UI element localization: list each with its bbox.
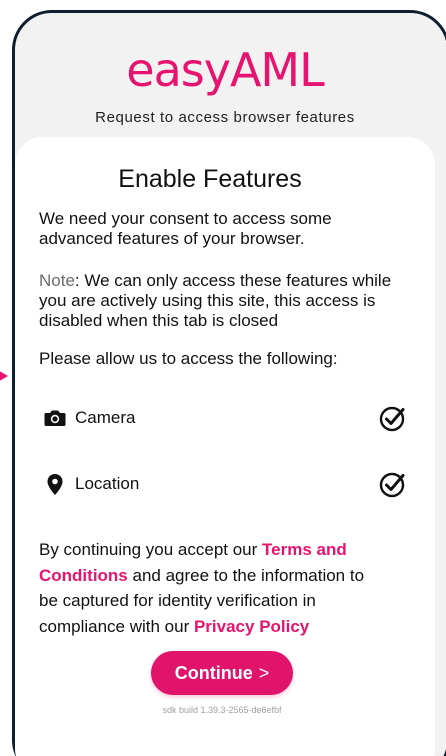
continue-label: Continue (174, 662, 253, 683)
feature-label-location: Location (75, 474, 140, 493)
feature-row-camera: Camera (43, 403, 405, 433)
header-subtitle: Request to access browser features (95, 109, 355, 126)
feature-label-camera: Camera (75, 408, 136, 427)
check-circle-icon (379, 472, 405, 498)
allow-prompt: Please allow us to access the following: (39, 349, 338, 368)
check-circle-icon (379, 406, 405, 432)
camera-icon (44, 410, 66, 426)
location-pin-icon (47, 474, 63, 495)
brand-logo: easyAML (126, 43, 324, 97)
consent-card: Enable Features We need your consent to … (15, 137, 435, 756)
pointer-arrow-icon (0, 369, 8, 383)
note-label: Note (39, 271, 75, 290)
continue-button[interactable]: Continue > (151, 651, 293, 695)
note-text: : We can only access these features whil… (39, 271, 392, 330)
feature-row-location: Location (43, 469, 405, 499)
note-paragraph: Note: We can only access these features … (39, 271, 399, 331)
intro-text: We need your consent to access some adva… (39, 209, 332, 248)
chevron-right-icon: > (258, 662, 270, 683)
privacy-policy-link[interactable]: Privacy Policy (194, 617, 309, 636)
sdk-build-label: sdk build 1.39.3-2565-de6efbf (162, 705, 282, 715)
app-screen: easyAML Request to access browser featur… (0, 0, 446, 756)
page-title: Enable Features (118, 165, 302, 193)
terms-paragraph: By continuing you accept our Terms and C… (39, 537, 384, 639)
terms-text: By continuing you accept our (39, 540, 263, 559)
